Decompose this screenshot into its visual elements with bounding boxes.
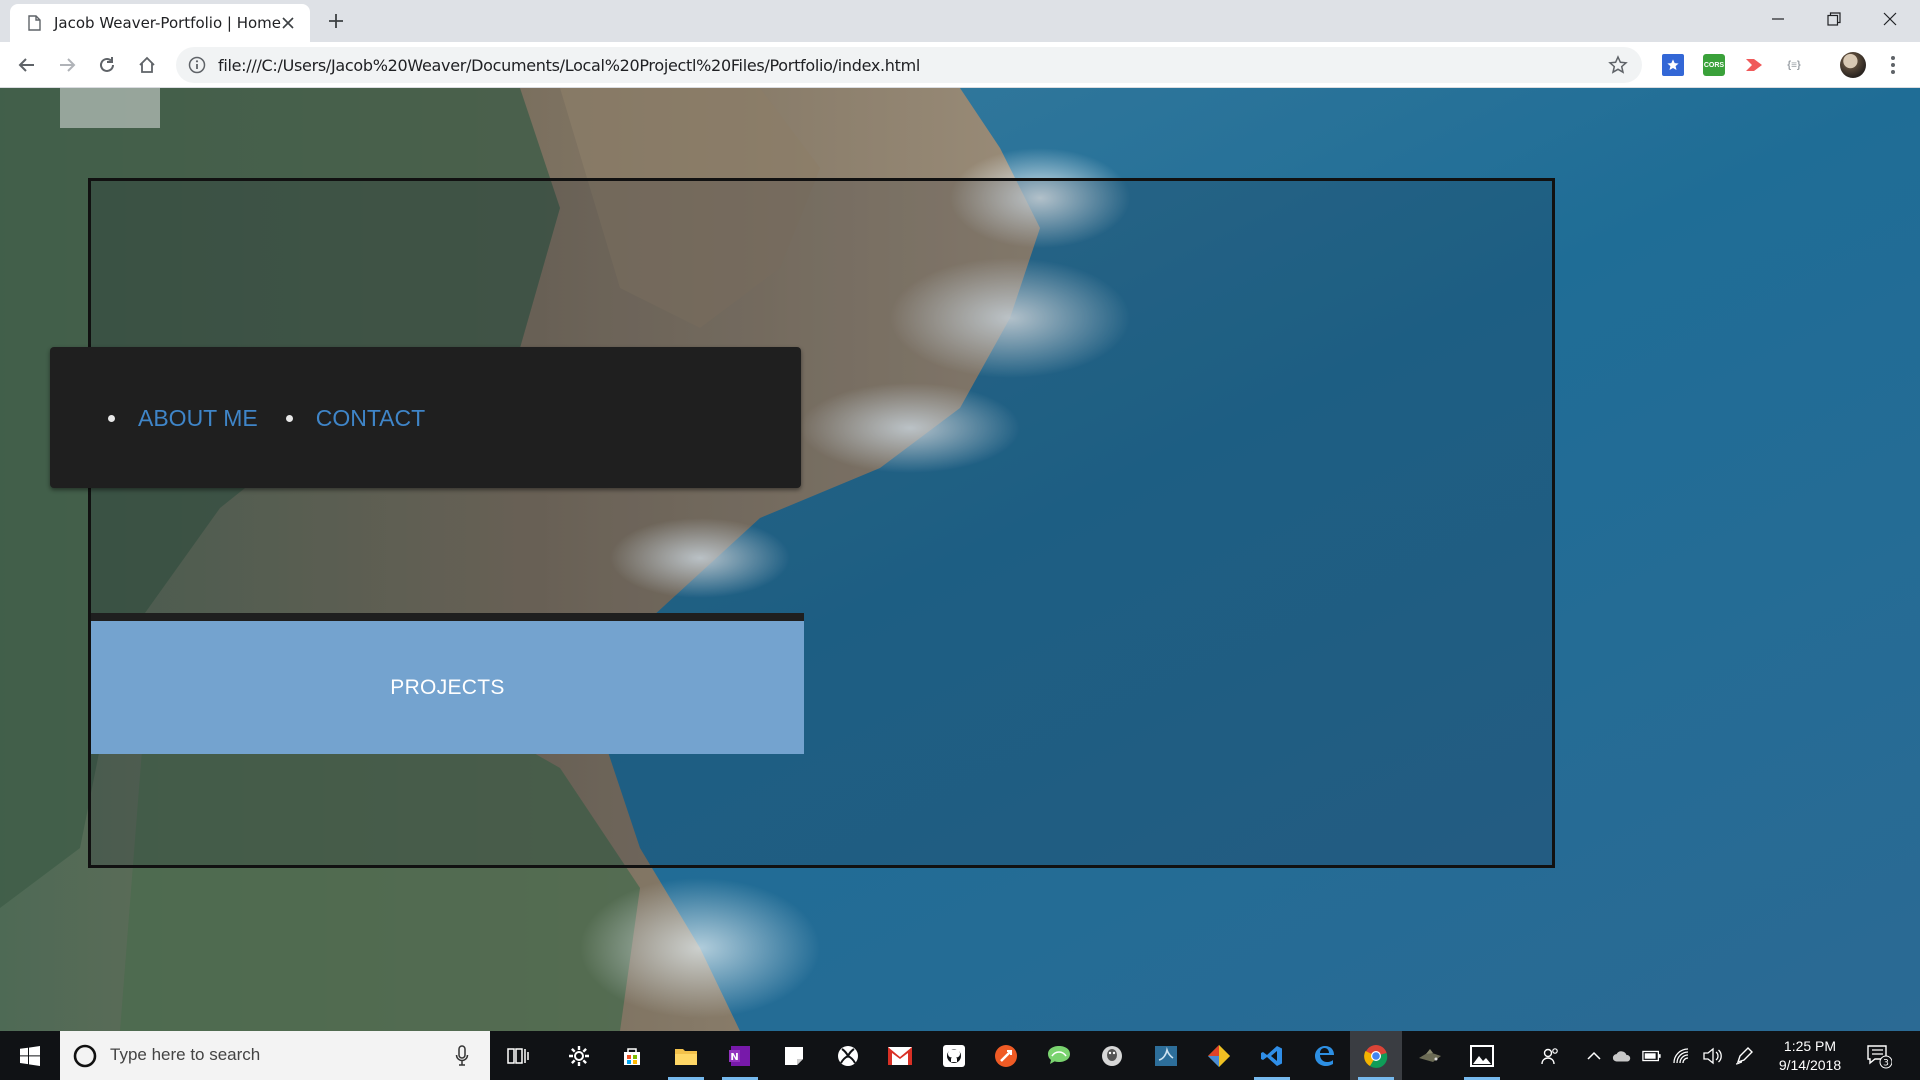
nav-item-about: ABOUT ME	[108, 405, 258, 432]
taskbar-search-box[interactable]: Type here to search	[60, 1031, 490, 1080]
svg-text:N: N	[730, 1052, 738, 1063]
search-placeholder: Type here to search	[110, 1045, 261, 1064]
forward-arrow-icon	[60, 58, 76, 72]
close-tab-icon[interactable]	[280, 15, 296, 31]
home-icon	[139, 56, 155, 73]
notification-count: 3	[1883, 1059, 1889, 1069]
minimize-icon	[1772, 18, 1784, 20]
start-button[interactable]	[0, 1031, 60, 1080]
home-button[interactable]	[134, 52, 160, 78]
gmail-icon[interactable]	[874, 1031, 926, 1080]
play-arrow-icon	[1746, 59, 1762, 71]
file-explorer-icon[interactable]	[660, 1031, 712, 1080]
edge-icon[interactable]	[1298, 1031, 1350, 1080]
cors-extension-icon[interactable]: CORS	[1703, 54, 1725, 76]
vscode-icon[interactable]	[1246, 1031, 1298, 1080]
people-icon[interactable]	[1540, 1046, 1560, 1066]
url-text[interactable]: file:///C:/Users/Jacob%20Weaver/Document…	[218, 56, 920, 75]
xbox-icon[interactable]	[822, 1031, 874, 1080]
volume-icon[interactable]	[1702, 1046, 1722, 1066]
page-icon	[28, 15, 41, 31]
tab-title: Jacob Weaver-Portfolio | Home	[54, 14, 282, 32]
battery-icon[interactable]	[1642, 1046, 1662, 1066]
browser-tab-active[interactable]: Jacob Weaver-Portfolio | Home	[10, 4, 310, 42]
chevron-up-icon[interactable]	[1584, 1046, 1604, 1066]
projects-button[interactable]: PROJECTS	[91, 621, 804, 754]
clock-date: 9/14/2018	[1778, 1057, 1842, 1073]
reload-icon	[100, 57, 114, 72]
windows-logo-icon	[20, 1045, 40, 1066]
cast-extension-icon[interactable]	[1743, 54, 1765, 76]
nav-list: ABOUT ME CONTACT	[108, 405, 453, 432]
chrome-icon[interactable]	[1350, 1031, 1402, 1080]
microphone-icon[interactable]	[455, 1045, 469, 1067]
projects-divider	[91, 613, 804, 621]
profile-avatar[interactable]	[1840, 52, 1866, 78]
forward-button[interactable]	[54, 52, 80, 78]
new-tab-icon[interactable]	[326, 11, 346, 31]
back-button[interactable]	[14, 52, 40, 78]
bookmark-star-icon[interactable]	[1608, 55, 1628, 75]
info-icon[interactable]	[188, 56, 206, 74]
postman-icon[interactable]	[980, 1031, 1032, 1080]
list-bullet	[108, 415, 115, 422]
cortana-icon	[73, 1044, 97, 1068]
chat-icon[interactable]	[1033, 1031, 1085, 1080]
browser-toolbar: file:///C:/Users/Jacob%20Weaver/Document…	[0, 42, 1920, 88]
bookmark-manager-icon[interactable]	[1662, 54, 1684, 76]
list-bullet	[285, 415, 293, 422]
browser-titlebar: Jacob Weaver-Portfolio | Home	[0, 0, 1920, 42]
star-icon	[1667, 59, 1679, 71]
restore-icon	[1827, 12, 1841, 26]
back-arrow-icon	[18, 58, 34, 72]
windows-taskbar: Type here to search N 1:25 PM 9/14/2018 …	[0, 1031, 1920, 1080]
close-icon	[1883, 12, 1897, 26]
projects-label: PROJECTS	[390, 675, 505, 699]
taskbar-clock[interactable]: 1:25 PM 9/14/2018	[1760, 1037, 1860, 1075]
wifi-icon[interactable]	[1672, 1046, 1692, 1066]
contact-link[interactable]: CONTACT	[316, 405, 425, 432]
restore-button[interactable]	[1806, 0, 1862, 38]
nav-item-contact: CONTACT	[285, 405, 425, 432]
store-icon[interactable]	[606, 1031, 658, 1080]
action-center-icon[interactable]: 3	[1866, 1043, 1892, 1069]
navigation-panel: ABOUT ME CONTACT	[50, 347, 801, 488]
settings-icon[interactable]	[553, 1031, 605, 1080]
database-icon[interactable]	[1086, 1031, 1138, 1080]
address-bar[interactable]: file:///C:/Users/Jacob%20Weaver/Document…	[176, 47, 1642, 83]
content-frame	[88, 178, 1555, 868]
sticky-notes-icon[interactable]	[768, 1031, 820, 1080]
game-icon[interactable]	[1404, 1031, 1456, 1080]
close-window-button[interactable]	[1862, 0, 1918, 38]
minimize-button[interactable]	[1750, 0, 1806, 38]
git-icon[interactable]	[1193, 1031, 1245, 1080]
mysql-workbench-icon[interactable]	[1140, 1031, 1192, 1080]
onedrive-icon[interactable]	[1612, 1046, 1632, 1066]
task-view-icon[interactable]	[492, 1031, 544, 1080]
reload-button[interactable]	[94, 52, 120, 78]
about-me-link[interactable]: ABOUT ME	[138, 405, 258, 432]
photos-icon[interactable]	[1456, 1031, 1508, 1080]
more-menu-icon[interactable]	[1890, 54, 1896, 76]
pen-workspace-icon[interactable]	[1734, 1046, 1754, 1066]
github-icon[interactable]	[928, 1031, 980, 1080]
clock-time: 1:25 PM	[1783, 1038, 1837, 1054]
json-viewer-icon[interactable]: {≡}	[1783, 54, 1805, 76]
page-viewport: ABOUT ME CONTACT PROJECTS	[0, 88, 1920, 1031]
onenote-icon[interactable]: N	[714, 1031, 766, 1080]
